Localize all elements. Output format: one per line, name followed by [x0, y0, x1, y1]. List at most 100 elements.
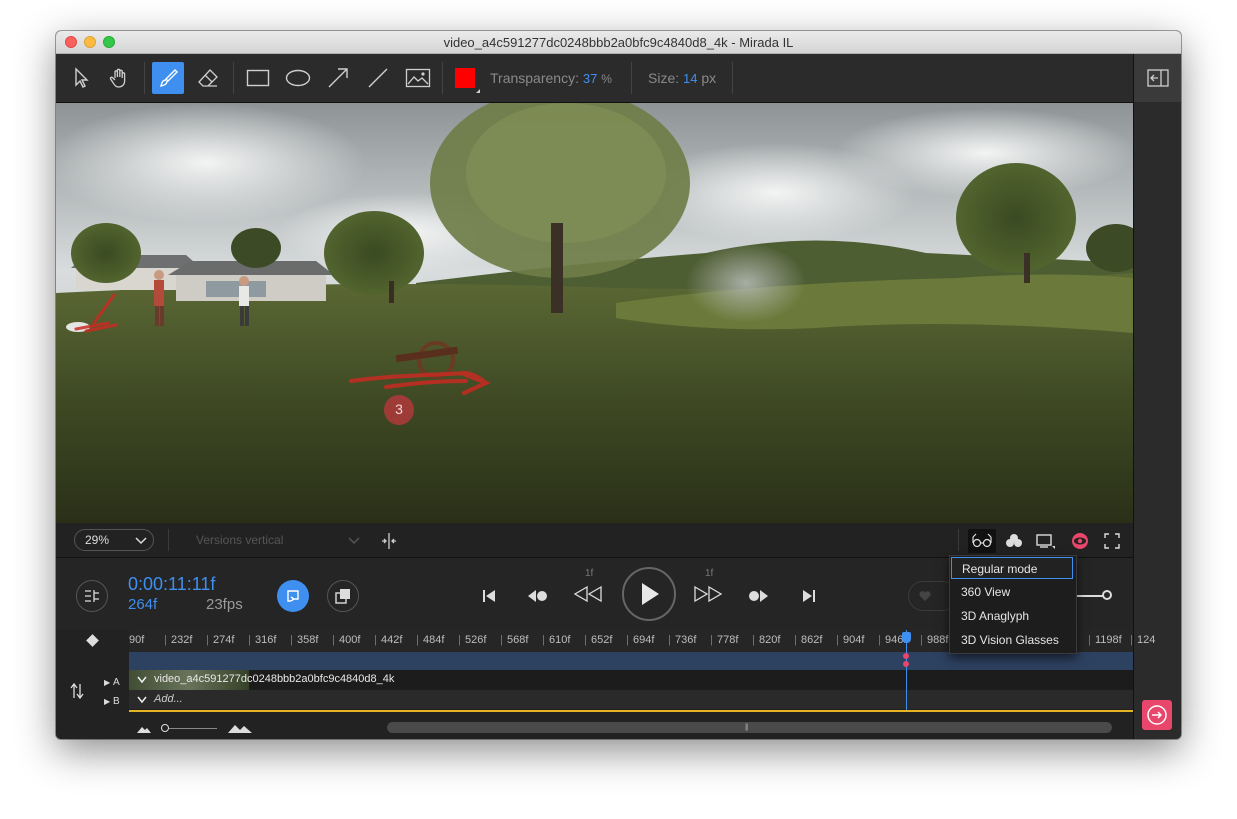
play-button[interactable] — [622, 567, 676, 621]
ruler-tick-label: 358f — [297, 634, 319, 646]
ruler-tick-mark: | — [458, 634, 461, 646]
compare-button[interactable] — [327, 580, 359, 612]
fullscreen-button[interactable] — [1100, 529, 1124, 553]
ruler-tick-mark: | — [248, 634, 251, 646]
size-control[interactable]: Size: 14 px — [648, 70, 716, 86]
hand-tool-button[interactable] — [103, 62, 135, 94]
playhead-handle[interactable] — [902, 632, 911, 643]
channels-icon — [1006, 534, 1022, 547]
display-button[interactable] — [1032, 529, 1058, 553]
loop-button[interactable] — [277, 580, 309, 612]
ruler-tick-mark: | — [164, 634, 167, 646]
heart-icon — [919, 591, 931, 601]
ruler-tick-mark: | — [374, 634, 377, 646]
image-tool-button[interactable] — [402, 62, 434, 94]
ruler-tick-mark: | — [584, 634, 587, 646]
track-b-add[interactable]: Add... — [154, 693, 183, 705]
keyframe-icon[interactable] — [86, 634, 99, 647]
title-bar: video_a4c591277dc0248bbb2a0bfc9c4840d8_4… — [56, 31, 1181, 54]
video-viewer[interactable]: 3 — [56, 103, 1133, 523]
menu-item-360-view[interactable]: 360 View — [951, 581, 1073, 603]
arrow-tool-button[interactable] — [322, 62, 354, 94]
color-channels-button[interactable] — [1002, 529, 1026, 553]
zoom-in-icon[interactable] — [227, 722, 253, 734]
split-view-button[interactable] — [378, 530, 400, 552]
image-icon — [405, 68, 431, 88]
rewind-icon — [573, 585, 602, 603]
size-label: Size: — [648, 70, 680, 86]
visibility-button[interactable] — [1068, 529, 1092, 553]
ruler-tick-label: 862f — [801, 634, 823, 646]
timeline-scrollbar[interactable]: ||| — [387, 722, 1112, 733]
ruler-tick-mark: | — [332, 634, 335, 646]
fps-readout: 23fps — [206, 596, 243, 613]
track-a-letter: A — [112, 677, 120, 688]
step-forward-button[interactable] — [692, 582, 724, 606]
eraser-tool-button[interactable] — [192, 62, 224, 94]
ruler-tick-mark: | — [710, 634, 713, 646]
menu-item-3d-anaglyph[interactable]: 3D Anaglyph — [951, 605, 1073, 627]
timeline-zoom-track[interactable] — [161, 728, 217, 729]
track-b-toggle[interactable]: ▶ B — [104, 696, 120, 707]
ruler-tick-label: 274f — [213, 634, 235, 646]
versions-select[interactable]: Versions vertical — [184, 529, 364, 551]
ruler-tick-mark: | — [668, 634, 671, 646]
chevron-down-icon — [135, 537, 147, 545]
chevron-down-icon[interactable] — [137, 696, 147, 704]
ellipse-tool-button[interactable] — [282, 62, 314, 94]
select-tool-button[interactable] — [65, 62, 97, 94]
transparency-value: 37 — [582, 71, 598, 86]
ruler-tick-label: 90f — [129, 634, 145, 646]
playlist-icon — [85, 590, 99, 602]
zoom-out-icon[interactable] — [136, 724, 152, 734]
skip-end-icon — [803, 590, 815, 602]
playlist-button[interactable] — [76, 580, 108, 612]
color-picker-button[interactable] — [450, 62, 480, 94]
toolbar-divider — [732, 62, 733, 94]
rectangle-tool-button[interactable] — [242, 62, 274, 94]
ruler-tick-mark: | — [794, 634, 797, 646]
brush-icon — [160, 69, 178, 87]
hand-icon — [109, 68, 126, 88]
track-b-row[interactable]: Add... — [129, 690, 1133, 709]
next-marker-button[interactable] — [746, 586, 772, 606]
ruler-tick-label: 316f — [255, 634, 277, 646]
exit-button[interactable] — [1142, 700, 1172, 730]
play-icon — [642, 583, 659, 605]
zoom-select[interactable]: 29% — [74, 529, 154, 551]
timeline-zoom-handle[interactable] — [161, 724, 169, 732]
view-bar: 29% Versions vertical — [56, 523, 1133, 558]
ruler-tick-label: 988f — [927, 634, 949, 646]
brush-tool-button[interactable] — [152, 62, 184, 94]
ruler-tick-label: 904f — [843, 634, 865, 646]
playhead-marker-dot — [903, 661, 909, 667]
size-value: 14 — [683, 71, 698, 86]
go-to-end-button[interactable] — [798, 586, 820, 606]
ruler-tick-mark: | — [416, 634, 419, 646]
ellipse-icon — [285, 69, 311, 87]
view-mode-button[interactable] — [968, 529, 996, 553]
ruler-tick-mark: | — [752, 634, 755, 646]
timeline-track-area[interactable] — [129, 652, 1133, 670]
ruler-tick-label: 820f — [759, 634, 781, 646]
transparency-unit: % — [601, 72, 612, 86]
swap-tracks-icon[interactable] — [69, 682, 85, 700]
menu-item-regular-mode[interactable]: Regular mode — [951, 557, 1073, 579]
line-tool-button[interactable] — [362, 62, 394, 94]
transparency-control[interactable]: Transparency: 37 % — [490, 70, 612, 86]
volume-slider-handle[interactable] — [1102, 590, 1112, 600]
chevron-down-icon[interactable] — [137, 676, 147, 684]
view-mode-menu: Regular mode 360 View 3D Anaglyph 3D Vis… — [949, 555, 1077, 654]
annotation-number: 3 — [395, 401, 403, 417]
ruler-tick-label: 568f — [507, 634, 529, 646]
step-back-button[interactable] — [572, 582, 604, 606]
previous-marker-button[interactable] — [524, 586, 550, 606]
track-a-toggle[interactable]: ▶ A — [104, 677, 120, 688]
collapse-panel-button[interactable] — [1134, 54, 1181, 102]
rectangle-icon — [246, 69, 270, 87]
scrollbar-grip-icon: ||| — [745, 724, 749, 731]
track-a-row[interactable]: video_a4c591277dc0248bbb2a0bfc9c4840d8_4… — [129, 670, 1133, 690]
go-to-start-button[interactable] — [478, 586, 500, 606]
ruler-tick-mark: | — [290, 634, 293, 646]
menu-item-3d-vision-glasses[interactable]: 3D Vision Glasses — [951, 629, 1073, 651]
